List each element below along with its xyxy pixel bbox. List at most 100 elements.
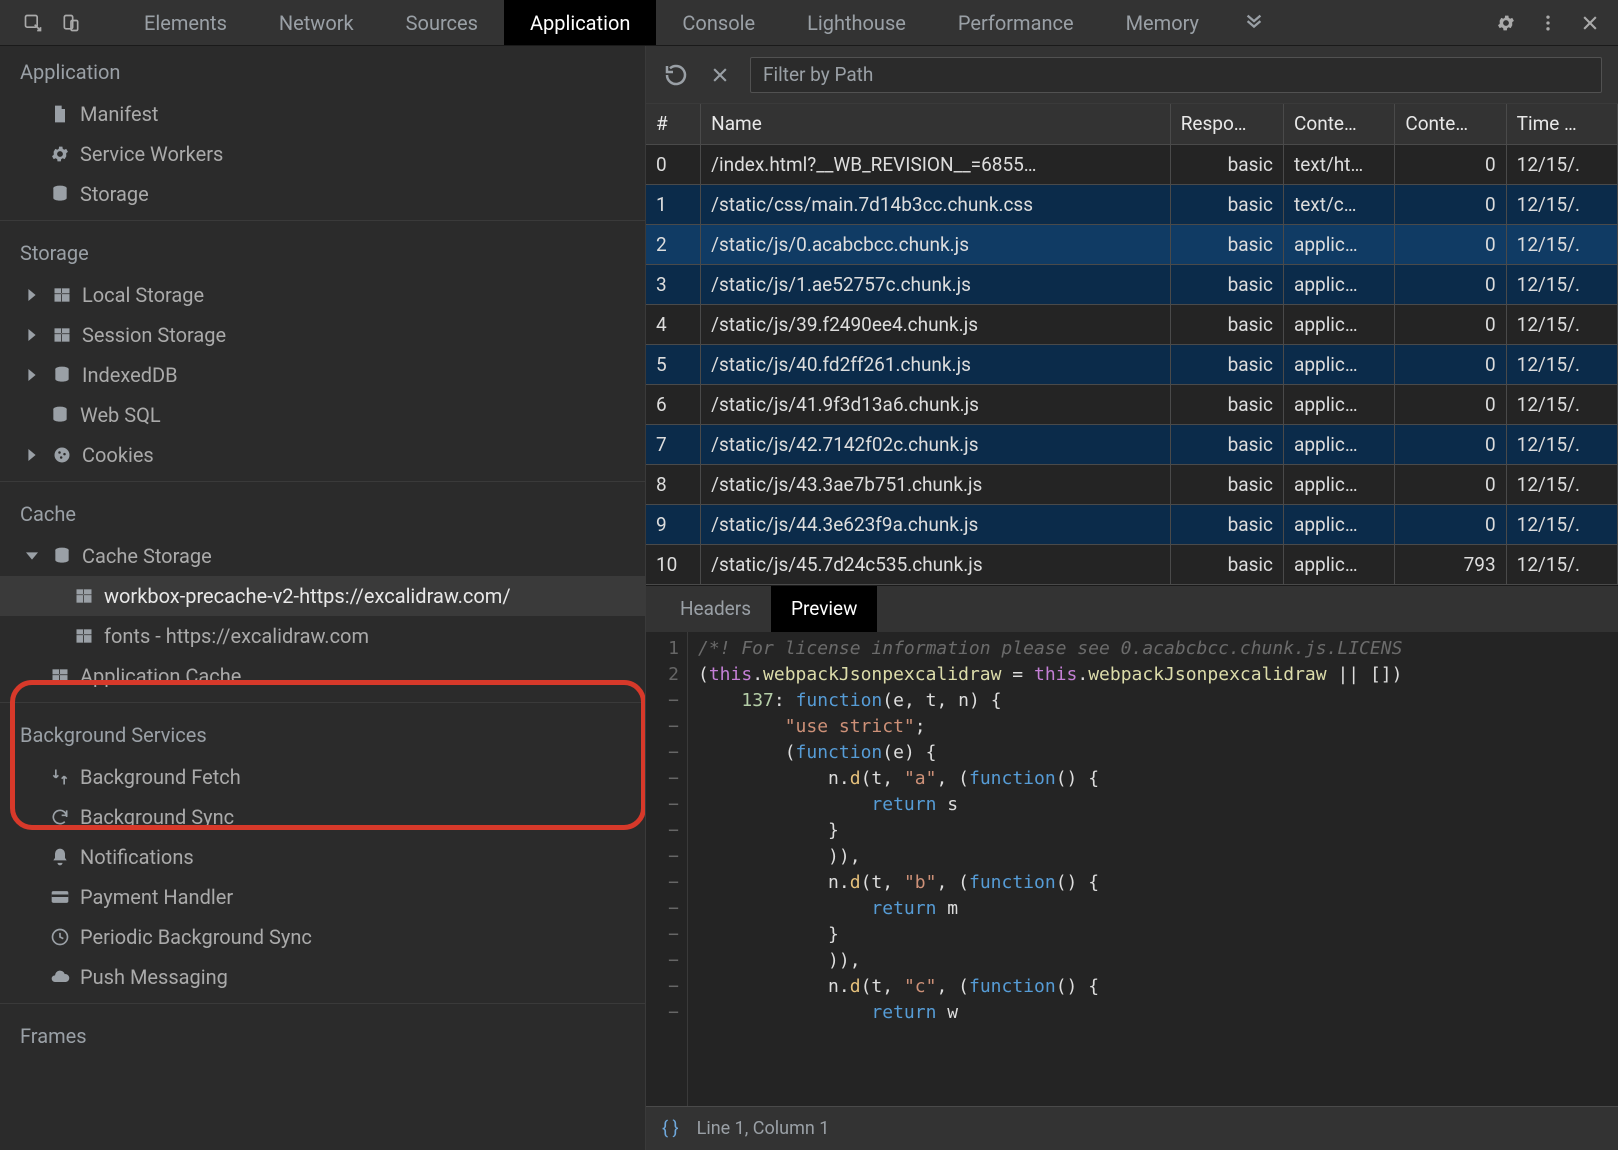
cell-idx: 7 bbox=[646, 424, 701, 464]
cell-idx: 10 bbox=[646, 544, 701, 584]
tabs-overflow-icon[interactable] bbox=[1225, 0, 1283, 45]
kebab-menu-icon[interactable] bbox=[1538, 13, 1558, 33]
sidebar-item-local-storage[interactable]: Local Storage bbox=[0, 275, 645, 315]
cell-response: basic bbox=[1170, 144, 1283, 184]
table-row[interactable]: 6/static/js/41.9f3d13a6.chunk.jsbasicapp… bbox=[646, 384, 1618, 424]
cell-contentType: applic… bbox=[1284, 384, 1395, 424]
col-content-length[interactable]: Conte… bbox=[1395, 104, 1506, 144]
sidebar-item-label: Service Workers bbox=[80, 142, 223, 166]
cell-response: basic bbox=[1170, 544, 1283, 584]
sidebar-item-label: fonts - https://excalidraw.com bbox=[104, 624, 369, 648]
sidebar-item-cookies[interactable]: Cookies bbox=[0, 435, 645, 475]
sidebar-item-label: Push Messaging bbox=[80, 965, 228, 989]
table-row[interactable]: 1/static/css/main.7d14b3cc.chunk.cssbasi… bbox=[646, 184, 1618, 224]
table-row[interactable]: 5/static/js/40.fd2ff261.chunk.jsbasicapp… bbox=[646, 344, 1618, 384]
cell-idx: 4 bbox=[646, 304, 701, 344]
application-sidebar[interactable]: Application Manifest Service Workers Sto… bbox=[0, 46, 646, 1150]
cell-contentLen: 0 bbox=[1395, 424, 1506, 464]
refresh-icon[interactable] bbox=[662, 63, 690, 87]
table-icon bbox=[74, 586, 94, 606]
cell-time: 12/15/. bbox=[1506, 224, 1617, 264]
chevron-right-icon bbox=[26, 329, 40, 341]
table-row[interactable]: 9/static/js/44.3e623f9a.chunk.jsbasicapp… bbox=[646, 504, 1618, 544]
sidebar-item-background-fetch[interactable]: Background Fetch bbox=[0, 757, 645, 797]
sidebar-item-indexeddb[interactable]: IndexedDB bbox=[0, 355, 645, 395]
cell-name: /static/js/39.f2490ee4.chunk.js bbox=[701, 304, 1171, 344]
database-icon bbox=[52, 365, 72, 385]
tab-application[interactable]: Application bbox=[504, 0, 656, 45]
table-row[interactable]: 8/static/js/43.3ae7b751.chunk.jsbasicapp… bbox=[646, 464, 1618, 504]
cell-response: basic bbox=[1170, 464, 1283, 504]
table-row[interactable]: 7/static/js/42.7142f02c.chunk.jsbasicapp… bbox=[646, 424, 1618, 464]
table-row[interactable]: 4/static/js/39.f2490ee4.chunk.jsbasicapp… bbox=[646, 304, 1618, 344]
chevron-right-icon bbox=[26, 369, 40, 381]
cell-time: 12/15/. bbox=[1506, 184, 1617, 224]
sidebar-item-web-sql[interactable]: Web SQL bbox=[0, 395, 645, 435]
code-preview[interactable]: /*! For license information please see 0… bbox=[688, 632, 1618, 1107]
sidebar-item-push-messaging[interactable]: Push Messaging bbox=[0, 957, 645, 997]
tab-console[interactable]: Console bbox=[656, 0, 781, 45]
cache-entries-table[interactable]: # Name Respo… Conte… Conte… Time … 0/ind… bbox=[646, 104, 1618, 585]
table-row[interactable]: 0/index.html?__WB_REVISION__=6855…basict… bbox=[646, 144, 1618, 184]
tab-elements[interactable]: Elements bbox=[118, 0, 253, 45]
cell-time: 12/15/. bbox=[1506, 424, 1617, 464]
sidebar-item-cache-storage[interactable]: Cache Storage bbox=[0, 536, 645, 576]
cell-response: basic bbox=[1170, 304, 1283, 344]
table-row[interactable]: 3/static/js/1.ae52757c.chunk.jsbasicappl… bbox=[646, 264, 1618, 304]
settings-icon[interactable] bbox=[1496, 13, 1516, 33]
sidebar-item-periodic-sync[interactable]: Periodic Background Sync bbox=[0, 917, 645, 957]
tab-sources[interactable]: Sources bbox=[380, 0, 504, 45]
cell-contentType: applic… bbox=[1284, 424, 1395, 464]
tab-preview[interactable]: Preview bbox=[771, 586, 877, 632]
col-response[interactable]: Respo… bbox=[1170, 104, 1283, 144]
sidebar-item-background-sync[interactable]: Background Sync bbox=[0, 797, 645, 837]
sidebar-item-cache-workbox[interactable]: workbox-precache-v2-https://excalidraw.c… bbox=[0, 576, 645, 616]
filter-placeholder: Filter by Path bbox=[763, 63, 873, 86]
cell-time: 12/15/. bbox=[1506, 544, 1617, 584]
sidebar-item-application-cache[interactable]: Application Cache bbox=[0, 656, 645, 696]
cell-contentType: applic… bbox=[1284, 464, 1395, 504]
cell-contentLen: 0 bbox=[1395, 304, 1506, 344]
cell-response: basic bbox=[1170, 384, 1283, 424]
cell-contentLen: 0 bbox=[1395, 464, 1506, 504]
braces-icon[interactable]: { } bbox=[662, 1118, 679, 1139]
section-application-title: Application bbox=[0, 46, 645, 94]
sidebar-item-label: Background Sync bbox=[80, 805, 234, 829]
sidebar-item-notifications[interactable]: Notifications bbox=[0, 837, 645, 877]
col-content-type[interactable]: Conte… bbox=[1284, 104, 1395, 144]
col-name[interactable]: Name bbox=[701, 104, 1171, 144]
col-time[interactable]: Time … bbox=[1506, 104, 1617, 144]
sidebar-item-session-storage[interactable]: Session Storage bbox=[0, 315, 645, 355]
sidebar-item-storage[interactable]: Storage bbox=[0, 174, 645, 214]
cell-response: basic bbox=[1170, 344, 1283, 384]
sidebar-item-label: IndexedDB bbox=[82, 363, 178, 387]
tab-lighthouse[interactable]: Lighthouse bbox=[781, 0, 932, 45]
filter-by-path-input[interactable]: Filter by Path bbox=[750, 57, 1602, 93]
table-row[interactable]: 2/static/js/0.acabcbcc.chunk.jsbasicappl… bbox=[646, 224, 1618, 264]
sidebar-item-cache-fonts[interactable]: fonts - https://excalidraw.com bbox=[0, 616, 645, 656]
cell-contentType: applic… bbox=[1284, 224, 1395, 264]
cell-contentType: applic… bbox=[1284, 344, 1395, 384]
sidebar-item-manifest[interactable]: Manifest bbox=[0, 94, 645, 134]
sync-icon bbox=[50, 807, 70, 827]
table-row[interactable]: 10/static/js/45.7d24c535.chunk.jsbasicap… bbox=[646, 544, 1618, 584]
clock-icon bbox=[50, 927, 70, 947]
col-index[interactable]: # bbox=[646, 104, 701, 144]
toggle-device-toolbar-icon[interactable] bbox=[52, 0, 90, 45]
inspect-element-icon[interactable] bbox=[14, 0, 52, 45]
close-devtools-icon[interactable] bbox=[1580, 13, 1600, 33]
tab-performance[interactable]: Performance bbox=[932, 0, 1100, 45]
cell-contentLen: 0 bbox=[1395, 264, 1506, 304]
sidebar-item-label: workbox-precache-v2-https://excalidraw.c… bbox=[104, 584, 511, 608]
cell-contentLen: 793 bbox=[1395, 544, 1506, 584]
tab-headers[interactable]: Headers bbox=[660, 586, 771, 632]
code-status-bar: { } Line 1, Column 1 bbox=[646, 1106, 1618, 1150]
tab-network[interactable]: Network bbox=[253, 0, 380, 45]
table-icon bbox=[52, 325, 72, 345]
cursor-position: Line 1, Column 1 bbox=[697, 1118, 830, 1139]
sidebar-item-payment-handler[interactable]: Payment Handler bbox=[0, 877, 645, 917]
sidebar-item-label: Cookies bbox=[82, 443, 154, 467]
tab-memory[interactable]: Memory bbox=[1100, 0, 1225, 45]
clear-icon[interactable] bbox=[706, 65, 734, 85]
sidebar-item-service-workers[interactable]: Service Workers bbox=[0, 134, 645, 174]
